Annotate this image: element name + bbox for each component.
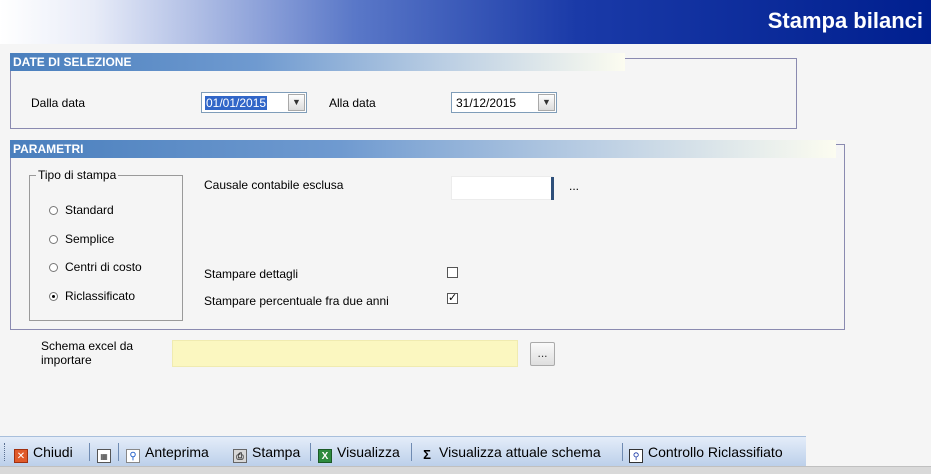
title-bar: Stampa bilanci [0, 0, 931, 44]
radio-centri-di-costo[interactable] [49, 263, 58, 272]
toolbar-separator [89, 443, 90, 461]
dettagli-label: Stampare dettagli [204, 267, 299, 281]
stampa-button[interactable]: ⎙ Stampa [233, 442, 301, 463]
schema-input[interactable] [172, 340, 518, 367]
causale-label: Causale contabile esclusa [204, 178, 344, 192]
anteprima-label: Anteprima [145, 444, 209, 460]
status-bar [0, 466, 931, 474]
stampa-label: Stampa [252, 444, 301, 460]
schema-label-line1: Schema excel da [41, 339, 134, 353]
toolbar-separator [411, 443, 412, 461]
radio-standard-label[interactable]: Standard [65, 203, 114, 217]
radio-riclassificato[interactable] [49, 292, 58, 301]
to-date-label: Alla data [329, 96, 376, 110]
visualizza-button[interactable]: X Visualizza [318, 442, 400, 463]
calculator-icon: ▦ [97, 449, 111, 463]
from-date-value[interactable]: 01/01/2015 [205, 96, 268, 110]
sigma-icon: Σ [423, 447, 431, 462]
toolbar-separator [622, 443, 623, 461]
radio-riclassificato-label[interactable]: Riclassificato [65, 289, 135, 303]
schema-label-line2: importare [41, 353, 92, 367]
toolbar-separator [118, 443, 119, 461]
view-scheme-icon: ⚲ [629, 449, 643, 463]
causale-browse[interactable]: ... [569, 179, 579, 193]
radio-semplice-label[interactable]: Semplice [65, 232, 114, 246]
causale-input[interactable] [451, 176, 553, 200]
window-title: Stampa bilanci [767, 8, 923, 33]
percentuale-label: Stampare percentuale fra due anni [204, 294, 389, 308]
radio-semplice[interactable] [49, 235, 58, 244]
chevron-down-icon[interactable]: ▼ [538, 94, 555, 111]
preview-icon: ⚲ [126, 449, 140, 463]
visualizza-schema-button[interactable]: Σ Visualizza attuale schema [420, 442, 601, 462]
radio-centri-di-costo-label[interactable]: Centri di costo [65, 260, 142, 274]
date-selection-group: DATE DI SELEZIONE [10, 53, 797, 129]
controllo-label: Controllo Riclassifiato [648, 444, 783, 460]
printer-icon: ⎙ [233, 449, 247, 463]
params-header: PARAMETRI [10, 140, 836, 158]
to-date-value[interactable]: 31/12/2015 [455, 96, 517, 110]
from-date-label: Dalla data [31, 96, 86, 110]
radio-standard[interactable] [49, 206, 58, 215]
anteprima-button[interactable]: ⚲ Anteprima [126, 442, 209, 463]
excel-icon: X [318, 449, 332, 463]
bottom-toolbar: ✕ Chiudi ▦ ⚲ Anteprima ⎙ Stampa X Visualizza… [0, 436, 806, 466]
close-icon: ✕ [14, 449, 28, 463]
visualizza-schema-label: Visualizza attuale schema [439, 444, 601, 460]
percentuale-checkbox[interactable]: ✓ [447, 293, 458, 304]
to-date-combo[interactable]: 31/12/2015 ▼ [451, 92, 557, 113]
from-date-combo[interactable]: 01/01/2015 ▼ [201, 92, 307, 113]
causale-scrollbar[interactable] [551, 177, 554, 200]
dettagli-checkbox[interactable] [447, 267, 458, 278]
chevron-down-icon[interactable]: ▼ [288, 94, 305, 111]
chiudi-button[interactable]: ✕ Chiudi [14, 442, 73, 463]
chiudi-label: Chiudi [33, 444, 73, 460]
date-selection-header: DATE DI SELEZIONE [10, 53, 625, 71]
schema-browse-button[interactable]: ... [530, 342, 555, 366]
tipo-stampa-legend: Tipo di stampa [36, 168, 119, 182]
controllo-button[interactable]: ⚲ Controllo Riclassifiato [629, 442, 783, 463]
toolbar-grip[interactable] [4, 443, 7, 461]
calculator-button[interactable]: ▦ [97, 442, 116, 463]
toolbar-separator [310, 443, 311, 461]
visualizza-label: Visualizza [337, 444, 400, 460]
